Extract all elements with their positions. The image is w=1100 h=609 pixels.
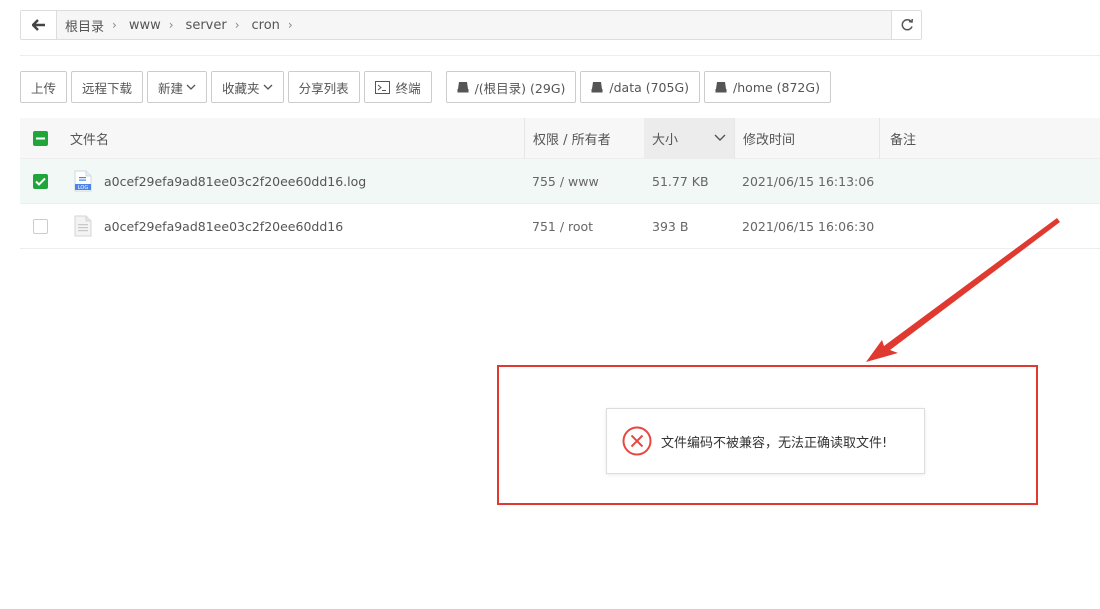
path-bar: 根目录 › www › server › cron ›: [20, 10, 922, 40]
disk-data-button[interactable]: /data (705G): [580, 71, 701, 103]
terminal-button[interactable]: 终端: [363, 71, 432, 103]
breadcrumb-label: 根目录: [65, 19, 105, 35]
chevron-right-icon: ›: [168, 18, 174, 32]
divider: [20, 55, 1100, 56]
table-row[interactable]: LOG a0cef29efa9ad81ee03c2f20ee60dd16.log…: [20, 159, 1100, 204]
breadcrumb-label: cron: [251, 17, 280, 33]
disk-label: /data (705G): [609, 79, 690, 95]
chevron-down-icon: [263, 84, 273, 90]
refresh-icon: [901, 18, 913, 31]
header-size[interactable]: 大小: [644, 117, 734, 159]
file-perm[interactable]: 755 / www: [524, 174, 644, 189]
disk-icon: [591, 81, 603, 93]
minus-icon: [36, 137, 45, 139]
header-name[interactable]: 文件名: [62, 118, 524, 159]
row-checkbox-cell: [20, 218, 62, 234]
disk-root-button[interactable]: /(根目录) (29G): [445, 71, 577, 103]
table-header: 文件名 权限 / 所有者 大小 修改时间 备注: [20, 117, 1100, 159]
favorites-label: 收藏夹: [222, 80, 260, 96]
new-button[interactable]: 新建: [147, 71, 208, 103]
header-checkbox-cell: [20, 118, 62, 159]
header-note[interactable]: 备注: [879, 117, 1100, 159]
file-name-cell[interactable]: a0cef29efa9ad81ee03c2f20ee60dd16: [62, 215, 524, 237]
disk-icon: [457, 81, 469, 93]
disk-label: /home (872G): [733, 79, 820, 95]
breadcrumb-item-root[interactable]: 根目录 ›: [65, 16, 129, 35]
row-checkbox[interactable]: [33, 173, 48, 189]
error-message: 文件编码不被兼容，无法正确读取文件!: [661, 435, 888, 451]
arrow-left-icon: [31, 19, 45, 31]
disk-icon: [715, 81, 727, 93]
file-time: 2021/06/15 16:06:30: [742, 218, 875, 234]
header-note-label: 备注: [890, 132, 917, 148]
text-file-icon: [74, 215, 92, 237]
file-table: 文件名 权限 / 所有者 大小 修改时间 备注 LOG a0cef29efa9a…: [20, 117, 1100, 249]
header-perm-label: 权限 / 所有者: [533, 132, 611, 148]
breadcrumb-item-www[interactable]: www ›: [129, 18, 186, 33]
row-checkbox[interactable]: [33, 218, 48, 234]
terminal-label: 终端: [395, 80, 421, 96]
refresh-button[interactable]: [891, 11, 921, 39]
select-all-checkbox[interactable]: [33, 130, 48, 146]
header-name-label: 文件名: [70, 132, 110, 148]
disk-label: /(根目录) (29G): [474, 80, 566, 96]
header-time-label: 修改时间: [743, 132, 796, 148]
breadcrumb-item-cron[interactable]: cron ›: [252, 18, 305, 33]
new-label: 新建: [158, 80, 184, 96]
file-size: 393 B: [652, 218, 689, 234]
chevron-right-icon: ›: [112, 18, 117, 32]
breadcrumb: 根目录 › www › server › cron ›: [57, 11, 891, 39]
check-icon: [35, 177, 46, 186]
breadcrumb-label: www: [128, 17, 161, 33]
header-size-label: 大小: [652, 132, 679, 148]
row-checkbox-cell: [20, 173, 62, 189]
back-button[interactable]: [21, 11, 57, 39]
file-size: 51.77 KB: [652, 173, 709, 189]
terminal-icon: [374, 80, 390, 94]
error-toast: 文件编码不被兼容，无法正确读取文件!: [606, 408, 925, 474]
chevron-down-icon: [186, 84, 196, 90]
disk-home-button[interactable]: /home (872G): [704, 71, 831, 103]
header-time[interactable]: 修改时间: [734, 117, 879, 159]
file-perm[interactable]: 751 / root: [524, 219, 644, 234]
header-perm[interactable]: 权限 / 所有者: [524, 117, 644, 159]
file-name[interactable]: a0cef29efa9ad81ee03c2f20ee60dd16.log: [104, 174, 366, 189]
file-name[interactable]: a0cef29efa9ad81ee03c2f20ee60dd16: [104, 219, 343, 234]
remote-download-label: 远程下载: [82, 80, 133, 96]
upload-button[interactable]: 上传: [20, 71, 68, 103]
breadcrumb-label: server: [185, 17, 227, 33]
error-circle-icon: [622, 426, 652, 456]
remote-download-button[interactable]: 远程下载: [71, 71, 144, 103]
breadcrumb-item-server[interactable]: server ›: [186, 18, 252, 33]
upload-label: 上传: [31, 80, 57, 96]
share-list-button[interactable]: 分享列表: [287, 71, 360, 103]
file-time: 2021/06/15 16:13:06: [742, 173, 875, 189]
log-file-icon: LOG: [74, 170, 92, 192]
table-row[interactable]: a0cef29efa9ad81ee03c2f20ee60dd16 751 / r…: [20, 204, 1100, 249]
chevron-right-icon: ›: [234, 18, 240, 32]
svg-text:LOG: LOG: [78, 185, 89, 191]
chevron-down-icon: [714, 134, 726, 141]
favorites-button[interactable]: 收藏夹: [211, 71, 284, 103]
share-list-label: 分享列表: [298, 80, 349, 96]
chevron-right-icon: ›: [287, 18, 293, 32]
file-name-cell[interactable]: LOG a0cef29efa9ad81ee03c2f20ee60dd16.log: [62, 170, 524, 192]
toolbar: 上传 远程下载 新建 收藏夹 分享列表 终端 /(根目录) (29G) /dat…: [20, 71, 835, 103]
